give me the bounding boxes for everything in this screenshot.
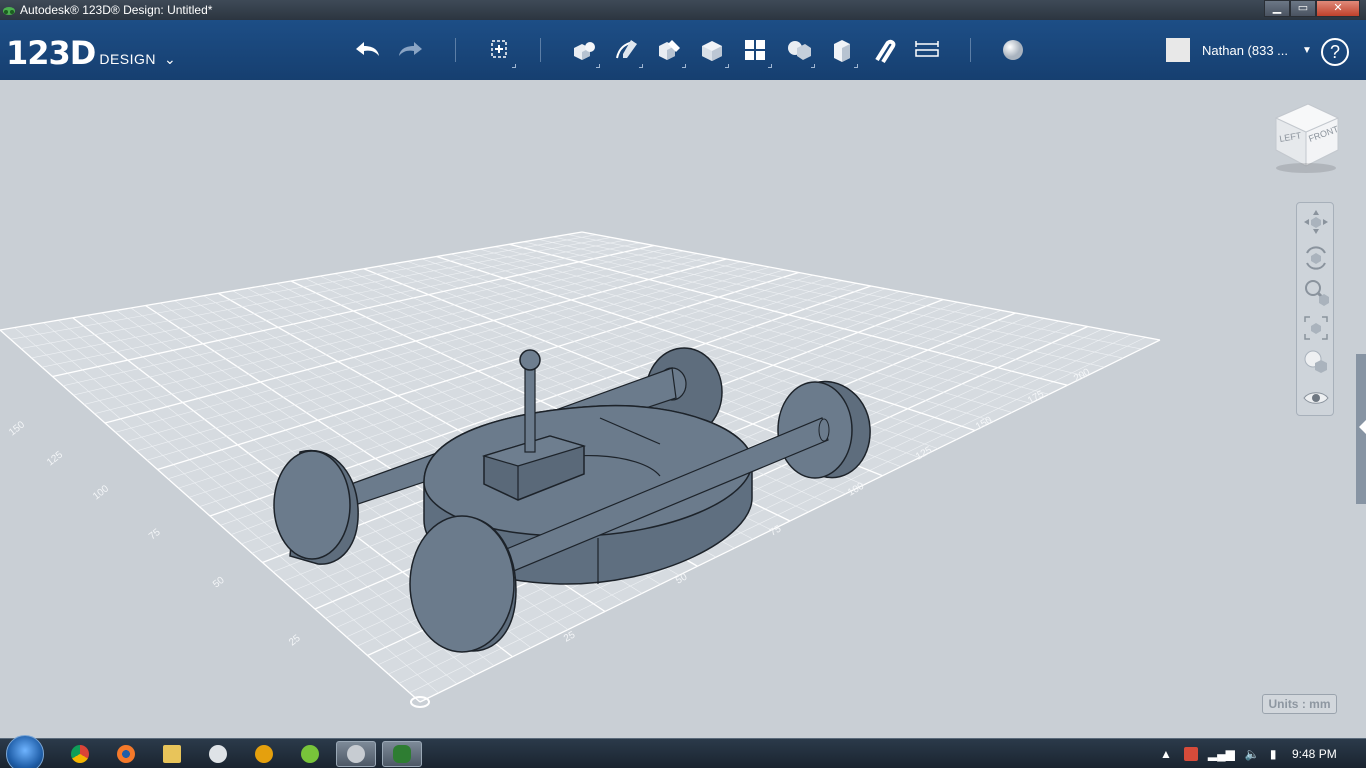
main-toolbar: 123D DESIGN ⌄ Nathan (833 ... ▼ ? <box>0 20 1366 80</box>
chrome-icon <box>71 745 89 763</box>
grid-label-left: 125 <box>45 449 65 468</box>
clock[interactable]: 9:48 PM <box>1292 747 1337 761</box>
transform-icon <box>491 40 507 58</box>
3d-viewport[interactable]: 25 50 75 100 125 150 25 50 75 100 125 150 175 200 <box>0 80 1366 738</box>
redo-icon <box>399 42 422 56</box>
close-button[interactable]: ✕ <box>1316 0 1360 17</box>
primitives-icon <box>574 42 595 60</box>
side-panel-toggle-icon[interactable] <box>1358 420 1366 434</box>
logo-number: 123D <box>6 34 96 72</box>
modify-button[interactable] <box>695 34 729 68</box>
transform-button[interactable] <box>482 34 516 68</box>
taskbar-plex[interactable] <box>244 741 284 767</box>
utorrent-icon <box>301 745 319 763</box>
grouping-button[interactable] <box>781 34 815 68</box>
logo-word: DESIGN <box>99 51 157 67</box>
minimize-button[interactable]: ▁ <box>1264 0 1290 17</box>
start-button[interactable] <box>6 735 44 768</box>
taskbar-explorer[interactable] <box>152 741 192 767</box>
snap-icon <box>875 39 896 64</box>
combine-button[interactable] <box>824 34 858 68</box>
navigation-bar <box>1296 202 1334 416</box>
windows-taskbar: ▲ ▂▄▆ 🔈 ▮ 9:48 PM <box>0 735 1366 768</box>
maximize-button[interactable]: ▭ <box>1290 0 1316 17</box>
taskbar-chrome[interactable] <box>60 741 100 767</box>
taskbar-steam[interactable] <box>198 741 238 767</box>
material-button[interactable] <box>996 34 1030 66</box>
taskbar-123d-design[interactable] <box>382 741 422 767</box>
app-menu-button[interactable]: 123D DESIGN ⌄ <box>6 34 176 72</box>
explorer-icon <box>163 745 181 763</box>
chevron-down-icon: ▼ <box>1302 44 1312 56</box>
view-cube[interactable]: LEFT FRONT <box>1268 98 1344 174</box>
eye-icon[interactable] <box>1301 383 1331 413</box>
zoom-icon[interactable] <box>1301 277 1331 307</box>
window-title: Autodesk® 123D® Design: Untitled* <box>20 3 213 17</box>
units-indicator[interactable]: Units : mm <box>1262 694 1337 714</box>
grid-label-left: 25 <box>287 633 303 649</box>
grid-label-left: 100 <box>91 483 111 502</box>
avatar <box>1166 38 1190 62</box>
user-name: Nathan (833 ... <box>1202 42 1288 58</box>
grid-label-left: 150 <box>7 419 27 438</box>
snap-button[interactable] <box>867 34 901 66</box>
redo-button[interactable] <box>394 34 428 66</box>
battery-icon[interactable]: ▮ <box>1270 747 1277 761</box>
toolbar-separator <box>540 38 541 62</box>
user-menu[interactable]: Nathan (833 ... ▼ <box>1166 38 1312 62</box>
show-hidden-icons[interactable]: ▲ <box>1160 747 1172 761</box>
sketch-icon <box>616 40 637 59</box>
combine-icon <box>834 40 850 62</box>
chevron-down-icon: ⌄ <box>164 51 176 67</box>
taskbar-utorrent[interactable] <box>290 741 330 767</box>
construct-button[interactable] <box>652 34 686 68</box>
toolbar-separator <box>970 38 971 62</box>
toolbar-separator <box>455 38 456 62</box>
material-icon <box>1003 40 1023 60</box>
taskbar-123d[interactable] <box>336 741 376 767</box>
network-warning-icon[interactable] <box>1183 747 1198 761</box>
taskbar-blender[interactable] <box>106 741 146 767</box>
grid-label-left: 50 <box>211 575 227 591</box>
construct-icon <box>659 40 680 60</box>
volume-icon[interactable]: 🔈 <box>1245 747 1260 761</box>
123d-icon <box>347 745 365 763</box>
undo-button[interactable] <box>350 34 384 66</box>
materials-view-icon[interactable] <box>1301 347 1331 377</box>
app-icon <box>3 7 15 15</box>
sketch-button[interactable] <box>609 34 643 68</box>
measure-button[interactable] <box>910 34 944 66</box>
123d-design-icon <box>393 745 411 763</box>
scene-canvas[interactable]: 255075100125150255075100125150175200 <box>0 80 1366 738</box>
pan-icon[interactable] <box>1301 207 1331 237</box>
undo-icon <box>356 42 379 56</box>
blender-icon <box>117 745 135 763</box>
primitives-button[interactable] <box>566 34 600 68</box>
grid-label-left: 75 <box>147 527 163 543</box>
orbit-icon[interactable] <box>1301 243 1331 273</box>
help-button[interactable]: ? <box>1321 38 1349 66</box>
wheel-front-left[interactable] <box>409 515 517 653</box>
system-tray: ▲ ▂▄▆ 🔈 ▮ <box>1160 739 1276 768</box>
fit-icon[interactable] <box>1301 313 1331 343</box>
modify-icon <box>702 41 722 61</box>
window-title-bar: Autodesk® 123D® Design: Untitled* ▁ ▭ ✕ <box>0 0 1366 20</box>
grouping-icon <box>788 41 811 60</box>
pattern-button[interactable] <box>738 34 772 68</box>
plex-icon <box>255 745 273 763</box>
signal-icon[interactable]: ▂▄▆ <box>1208 747 1235 761</box>
measure-icon <box>915 41 939 57</box>
pattern-icon <box>745 40 765 60</box>
steam-icon <box>209 745 227 763</box>
